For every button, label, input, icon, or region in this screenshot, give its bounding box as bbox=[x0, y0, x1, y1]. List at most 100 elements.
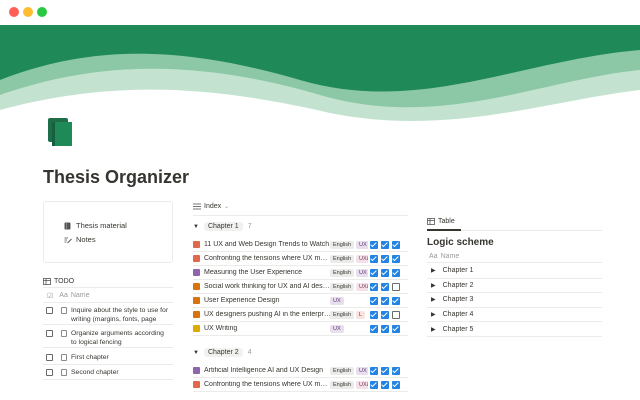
row-title: UX Writing bbox=[204, 325, 238, 332]
todo-item[interactable]: Inquire about the style to use for writi… bbox=[43, 303, 173, 325]
link-thesis-material[interactable]: Thesis material bbox=[64, 221, 127, 230]
checkbox[interactable] bbox=[392, 269, 400, 277]
logic-row[interactable]: ▶ Chapter 2 bbox=[427, 279, 602, 294]
checkbox[interactable] bbox=[370, 381, 378, 389]
checkbox[interactable] bbox=[392, 297, 400, 305]
checkbox[interactable] bbox=[370, 269, 378, 277]
todo-column-header[interactable]: ☑ Aa Name bbox=[43, 289, 173, 303]
tags-cell[interactable]: UX bbox=[330, 325, 368, 333]
index-row[interactable]: Measuring the User Experience English UX bbox=[193, 266, 408, 280]
tag: UX bbox=[330, 297, 344, 305]
checkbox[interactable] bbox=[392, 241, 400, 249]
index-row[interactable]: User Experience Design UX bbox=[193, 294, 408, 308]
tags-cell[interactable]: English UX bbox=[330, 269, 368, 277]
checkbox[interactable] bbox=[392, 381, 400, 389]
minimize-window-button[interactable] bbox=[23, 7, 33, 17]
window-titlebar bbox=[0, 0, 640, 25]
index-row[interactable]: Artificial Intelligence AI and UX Design… bbox=[193, 364, 408, 378]
toggle-triangle-icon[interactable]: ▼ bbox=[193, 224, 199, 230]
todo-item[interactable]: Second chapter bbox=[43, 365, 173, 380]
tag: English bbox=[330, 241, 355, 249]
checkbox[interactable] bbox=[392, 283, 400, 291]
tags-cell[interactable]: EnglishUX&A bbox=[330, 381, 368, 389]
close-window-button[interactable] bbox=[9, 7, 19, 17]
checkbox[interactable] bbox=[381, 269, 389, 277]
list-icon bbox=[193, 203, 201, 210]
checkbox[interactable] bbox=[370, 297, 378, 305]
checkbox[interactable] bbox=[392, 311, 400, 319]
checkbox[interactable] bbox=[381, 241, 389, 249]
checkbox[interactable] bbox=[381, 381, 389, 389]
tags-cell[interactable]: EnglishUX&ALe bbox=[330, 283, 368, 291]
index-row[interactable]: UX designers pushing AI in the enterpris… bbox=[193, 308, 408, 322]
checkbox[interactable] bbox=[381, 325, 389, 333]
group-header-chapter-2[interactable]: ▼ Chapter 2 4 bbox=[193, 348, 252, 357]
todo-item[interactable]: First chapter bbox=[43, 350, 173, 365]
tag: UX bbox=[330, 325, 344, 333]
table-view-tab[interactable]: Table bbox=[427, 218, 455, 225]
group-header-chapter-1[interactable]: ▼ Chapter 1 7 bbox=[193, 222, 252, 231]
toggle-triangle-icon[interactable]: ▶ bbox=[431, 296, 436, 303]
todo-checkbox[interactable] bbox=[46, 307, 53, 314]
checkbox-cells bbox=[370, 297, 400, 305]
index-row[interactable]: 11 UX and Web Design Trends to Watch Engl… bbox=[193, 238, 408, 252]
logic-scheme-title: Logic scheme bbox=[427, 237, 494, 248]
checkbox[interactable] bbox=[381, 283, 389, 291]
todo-item[interactable]: Organize arguments according to logical … bbox=[43, 326, 173, 348]
group-name: Chapter 2 bbox=[203, 348, 243, 357]
index-row[interactable]: Social work thinking for UX and AI desig… bbox=[193, 280, 408, 294]
tags-cell[interactable]: EnglishUX&A bbox=[330, 255, 368, 263]
toggle-triangle-icon[interactable]: ▶ bbox=[431, 267, 436, 274]
logic-row[interactable]: ▶ Chapter 3 bbox=[427, 293, 602, 308]
logic-column-header[interactable]: Aa Name bbox=[427, 250, 602, 263]
todo-view-tab[interactable]: TODO bbox=[43, 275, 173, 288]
maximize-window-button[interactable] bbox=[37, 7, 47, 17]
page-icon bbox=[193, 269, 200, 276]
toggle-triangle-icon[interactable]: ▶ bbox=[431, 311, 436, 318]
logic-row-label: Chapter 3 bbox=[442, 296, 474, 304]
checkbox[interactable] bbox=[381, 311, 389, 319]
index-row[interactable]: Confronting the tensions where UX meets … bbox=[193, 378, 408, 392]
checkbox[interactable] bbox=[381, 367, 389, 375]
index-row[interactable]: Confronting the tensions where UX meets … bbox=[193, 252, 408, 266]
checkbox[interactable] bbox=[370, 255, 378, 263]
toggle-triangle-icon[interactable]: ▼ bbox=[193, 350, 199, 356]
checkbox[interactable] bbox=[370, 325, 378, 333]
checkbox[interactable] bbox=[370, 367, 378, 375]
checkbox-cells bbox=[370, 283, 400, 291]
checkbox[interactable] bbox=[370, 241, 378, 249]
checkbox[interactable] bbox=[370, 311, 378, 319]
tag: UX&A bbox=[356, 381, 368, 389]
todo-checkbox[interactable] bbox=[46, 369, 53, 376]
todo-item-text: First chapter bbox=[71, 354, 109, 361]
tags-cell[interactable]: English UX bbox=[330, 241, 368, 249]
tags-cell[interactable]: English L bbox=[330, 311, 368, 319]
checkbox[interactable] bbox=[392, 325, 400, 333]
toggle-triangle-icon[interactable]: ▶ bbox=[431, 326, 436, 333]
logic-row[interactable]: ▶ Chapter 1 bbox=[427, 264, 602, 279]
chevron-down-icon[interactable]: ⌄ bbox=[224, 203, 229, 210]
tags-cell[interactable]: English UX bbox=[330, 367, 368, 375]
book-icon[interactable] bbox=[48, 118, 74, 146]
logic-row[interactable]: ▶ Chapter 5 bbox=[427, 322, 602, 337]
index-row[interactable]: UX Writing UX bbox=[193, 322, 408, 336]
linked-pages-box: Thesis material Notes bbox=[43, 201, 173, 263]
todo-checkbox[interactable] bbox=[46, 354, 53, 361]
index-view-tab[interactable]: Index ⌄ bbox=[193, 203, 229, 210]
logic-row[interactable]: ▶ Chapter 4 bbox=[427, 308, 602, 323]
todo-checkbox[interactable] bbox=[46, 330, 53, 337]
checkbox[interactable] bbox=[381, 297, 389, 305]
page-icon bbox=[193, 241, 200, 248]
checkbox[interactable] bbox=[392, 367, 400, 375]
checkbox[interactable] bbox=[392, 255, 400, 263]
logic-row-label: Chapter 5 bbox=[442, 325, 474, 333]
link-notes[interactable]: Notes bbox=[64, 235, 96, 244]
index-view-label: Index bbox=[204, 203, 222, 210]
toggle-triangle-icon[interactable]: ▶ bbox=[431, 282, 436, 289]
checkbox[interactable] bbox=[370, 283, 378, 291]
checkbox-cells bbox=[370, 311, 400, 319]
tags-cell[interactable]: UX bbox=[330, 297, 368, 305]
checkbox[interactable] bbox=[381, 255, 389, 263]
group-name: Chapter 1 bbox=[203, 222, 243, 231]
page-icon bbox=[193, 283, 200, 290]
